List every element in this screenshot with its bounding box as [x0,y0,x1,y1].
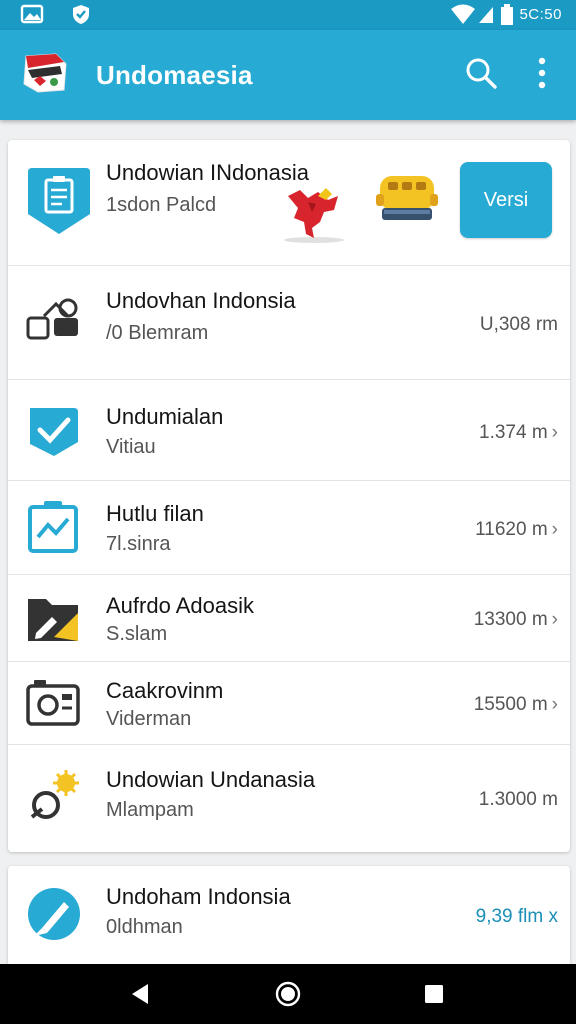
indonesia-map-icon [284,188,344,243]
list-item[interactable]: Aufrdo Adoasik S.slam 13300 m › [8,575,570,662]
list-item[interactable]: Hutlu filan 7l.sinra 11620 m › [8,481,570,575]
chart-clipboard-icon [28,501,78,553]
status-bar: 5C:50 [0,0,576,30]
item-title: Undumialan [106,404,224,429]
chevron-right-icon: › [551,609,558,630]
item-subtitle: Mlampam [106,799,194,821]
app-title: Undomaesia [96,60,253,90]
search-icon[interactable] [464,56,498,90]
clock: 5C:50 [519,6,562,23]
item-title: Aufrdo Adoasik [106,593,254,618]
item-value: 15500 m › [473,694,558,715]
bottom-list-item[interactable]: Undoham Indonsia 0ldhman 9,39 flm x [8,866,570,966]
main-list-card: Undowian INdonasia 1sdon Palcd Versi Und… [8,140,570,852]
back-icon[interactable] [126,980,154,1008]
item-title: Hutlu filan [106,501,204,526]
featured-item[interactable]: Undowian INdonasia 1sdon Palcd Versi [8,140,570,266]
item-value: 11620 m › [475,519,558,540]
gallery-notification-icon [20,4,44,24]
item-subtitle: /0 Blemram [106,322,209,344]
item-subtitle: 0ldhman [106,916,183,938]
app-bar: Undomaesia [0,30,576,120]
item-title: Undovhan Indonsia [106,288,296,313]
item-subtitle: Vitiau [106,436,156,458]
check-badge-icon [30,408,78,456]
list-item[interactable]: Undumialan Vitiau 1.374 m › [8,380,570,481]
chevron-right-icon: › [551,422,558,443]
item-subtitle: 7l.sinra [106,533,171,555]
list-item[interactable]: Undowian Undanasia Mlampam 1.3000 m [8,745,570,852]
shapes-icon [26,298,78,340]
chevron-right-icon: › [551,519,558,540]
signal-icon [479,7,493,23]
indonesia-flag-logo [23,53,67,93]
pen-circle-icon [28,888,80,940]
version-button[interactable]: Versi [460,162,552,238]
list-item[interactable]: Caakrovinm Viderman 15500 m › [8,662,570,745]
featured-subtitle: 1sdon Palcd [106,194,217,216]
item-subtitle: Viderman [106,708,192,730]
item-value: 9,39 flm x [475,906,558,927]
battery-icon [501,4,513,25]
recents-icon[interactable] [420,980,448,1008]
system-nav-bar [0,964,576,1024]
item-value: U,308 rm [479,314,558,335]
bottom-card: Undoham Indonsia 0ldhman 9,39 flm x [8,866,570,966]
clipboard-badge-icon [28,168,90,234]
home-icon[interactable] [274,980,302,1008]
more-vert-icon[interactable] [528,56,556,90]
item-value: 1.3000 m [478,789,558,810]
camera-icon [26,680,80,726]
item-subtitle: S.slam [106,623,168,645]
item-title: Undoham Indonsia [106,884,291,909]
chevron-right-icon: › [551,694,558,715]
settings-link-icon [30,770,79,819]
item-title: Undowian Undanasia [106,767,316,792]
edit-folder-icon [28,599,78,641]
item-value: 13300 m › [473,609,558,630]
item-title: Caakrovinm [106,678,224,703]
item-value: 1.374 m › [479,422,558,443]
list-item[interactable]: Undovhan Indonsia /0 Blemram U,308 rm [8,266,570,380]
bus-toy-icon [376,176,438,220]
wifi-icon [451,4,475,24]
shield-notification-icon [73,5,89,24]
